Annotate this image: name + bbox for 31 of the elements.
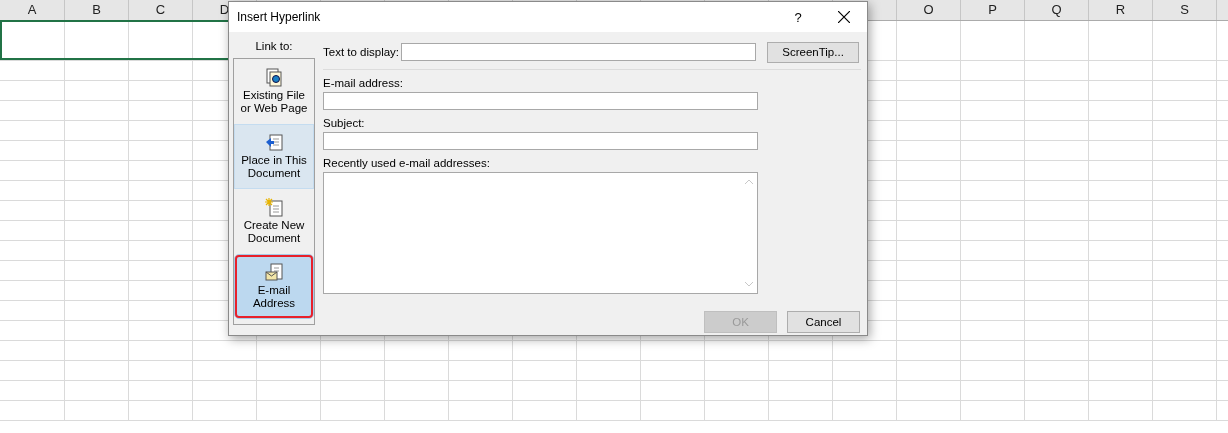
column-header[interactable]: R [1089,0,1153,20]
column-header[interactable]: S [1153,0,1217,20]
email-document-icon [265,263,283,282]
recent-addresses-list[interactable] [323,172,758,294]
field-label: Text to display: [323,46,400,58]
link-type-button[interactable]: Create New Document [234,189,314,254]
field-label: E-mail address: [323,77,404,89]
column-header[interactable]: P [961,0,1025,20]
link-type-button[interactable]: E-mail Address [234,254,314,319]
link-type-button[interactable]: Place in This Document [234,124,314,189]
column-header[interactable]: A [0,0,65,20]
column-header[interactable]: Q [1025,0,1089,20]
file-document-icon [265,68,283,87]
help-button[interactable]: ? [775,2,821,32]
column-header[interactable]: C [129,0,193,20]
link-to-label: Link to: [255,39,293,54]
screentip-button[interactable]: ScreenTip... [767,41,860,63]
new-document-icon [265,198,283,217]
close-icon [838,11,850,23]
text-to-display-field[interactable] [401,43,757,61]
email-address-field[interactable] [323,92,758,110]
link-type-button[interactable]: Existing File or Web Page [234,59,314,124]
subject-field[interactable] [323,132,758,150]
place-document-icon [265,133,283,152]
column-header[interactable]: B [65,0,129,20]
field-label: Recently used e-mail addresses: [323,157,491,169]
dialog-button[interactable]: Cancel [787,311,860,333]
field-label: Subject: [323,117,366,129]
scroll-down-icon[interactable] [744,282,753,287]
scroll-up-icon[interactable] [744,179,753,184]
column-header[interactable]: O [897,0,961,20]
